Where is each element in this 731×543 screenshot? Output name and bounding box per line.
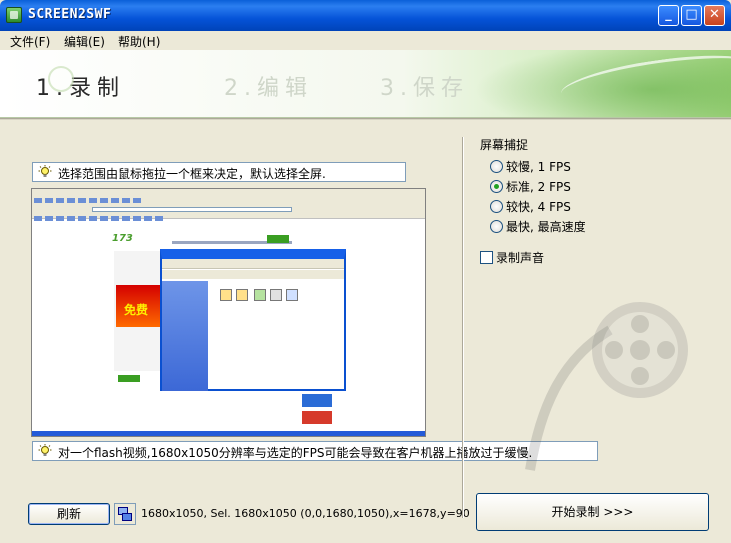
preview-ad-text: 免费: [124, 303, 149, 317]
fps-option-fastest[interactable]: 最快, 最高速度: [490, 218, 586, 235]
selection-tip-text: 选择范围由鼠标拖拉一个框来决定，默认选择全屏.: [58, 167, 326, 181]
menu-help[interactable]: 帮助(H): [118, 33, 160, 50]
file-icon: [254, 289, 266, 301]
radio-button[interactable]: [490, 220, 503, 233]
record-audio-label: 录制声音: [496, 251, 545, 265]
menu-file[interactable]: 文件(F): [10, 33, 50, 50]
fps-option-slow[interactable]: 较慢, 1 FPS: [490, 158, 571, 175]
menu-edit[interactable]: 编辑(E): [64, 33, 105, 50]
preview-window-toolbar: [162, 270, 344, 279]
lightbulb-icon: [38, 165, 52, 177]
fps-option-standard[interactable]: 标准, 2 FPS: [490, 178, 571, 195]
preview-green-button: [267, 235, 289, 243]
preview-window-sidebar: [162, 281, 208, 391]
title-bar: SCREEN2SWF _ □ ✕: [0, 0, 731, 31]
file-icon: [286, 289, 298, 301]
fps-option-label: 标准, 2 FPS: [506, 180, 571, 194]
step-save[interactable]: 3.保存: [380, 70, 469, 102]
lightbulb-icon: [38, 444, 52, 456]
preview-tile: [302, 394, 332, 407]
window-icon: [122, 513, 132, 521]
fps-option-label: 较慢, 1 FPS: [506, 160, 571, 174]
record-audio-checkbox[interactable]: 录制声音: [480, 249, 544, 266]
step-indicator-circle: [48, 66, 74, 92]
select-region-button[interactable]: [114, 503, 136, 525]
preview-tile: [302, 411, 332, 424]
steps-banner: 1.录制 2.编辑 3.保存: [0, 50, 731, 118]
refresh-button[interactable]: 刷新: [28, 503, 110, 525]
film-reel-icon: [525, 302, 688, 471]
panel-divider: [462, 137, 464, 518]
fps-option-fast[interactable]: 较快, 4 FPS: [490, 198, 571, 215]
folder-icon: [236, 289, 248, 301]
selection-status: 1680x1050, Sel. 1680x1050 (0,0,1680,1050…: [141, 507, 470, 520]
minimize-button[interactable]: _: [658, 5, 679, 26]
radio-button[interactable]: [490, 200, 503, 213]
preview-window-menubar: [162, 259, 344, 269]
close-button[interactable]: ✕: [704, 5, 725, 26]
capture-title: 屏幕捕捉: [480, 138, 529, 152]
capture-preview[interactable]: 173 免费: [31, 188, 426, 437]
menu-bar: 文件(F) 编辑(E) 帮助(H): [0, 31, 731, 50]
preview-explorer-window: [160, 249, 346, 391]
app-icon: [6, 7, 22, 23]
banner-divider: [0, 118, 731, 120]
fps-option-label: 较快, 4 FPS: [506, 200, 571, 214]
preview-taskbar: [32, 431, 425, 436]
checkbox[interactable]: [480, 251, 493, 264]
start-recording-button[interactable]: 开始录制 >>>: [476, 493, 709, 531]
step-edit[interactable]: 2.编辑: [224, 70, 313, 102]
fps-option-label: 最快, 最高速度: [506, 220, 586, 234]
radio-button[interactable]: [490, 160, 503, 173]
radio-button-checked[interactable]: [490, 180, 503, 193]
folder-icon: [220, 289, 232, 301]
preview-green-block: [118, 375, 140, 382]
selection-tip: 选择范围由鼠标拖拉一个框来决定，默认选择全屏.: [32, 162, 406, 182]
maximize-button[interactable]: □: [681, 5, 702, 26]
window-title: SCREEN2SWF: [28, 7, 112, 22]
file-icon: [270, 289, 282, 301]
preview-site-logo: 173: [112, 233, 133, 244]
preview-browser-toolbar: [32, 189, 425, 221]
